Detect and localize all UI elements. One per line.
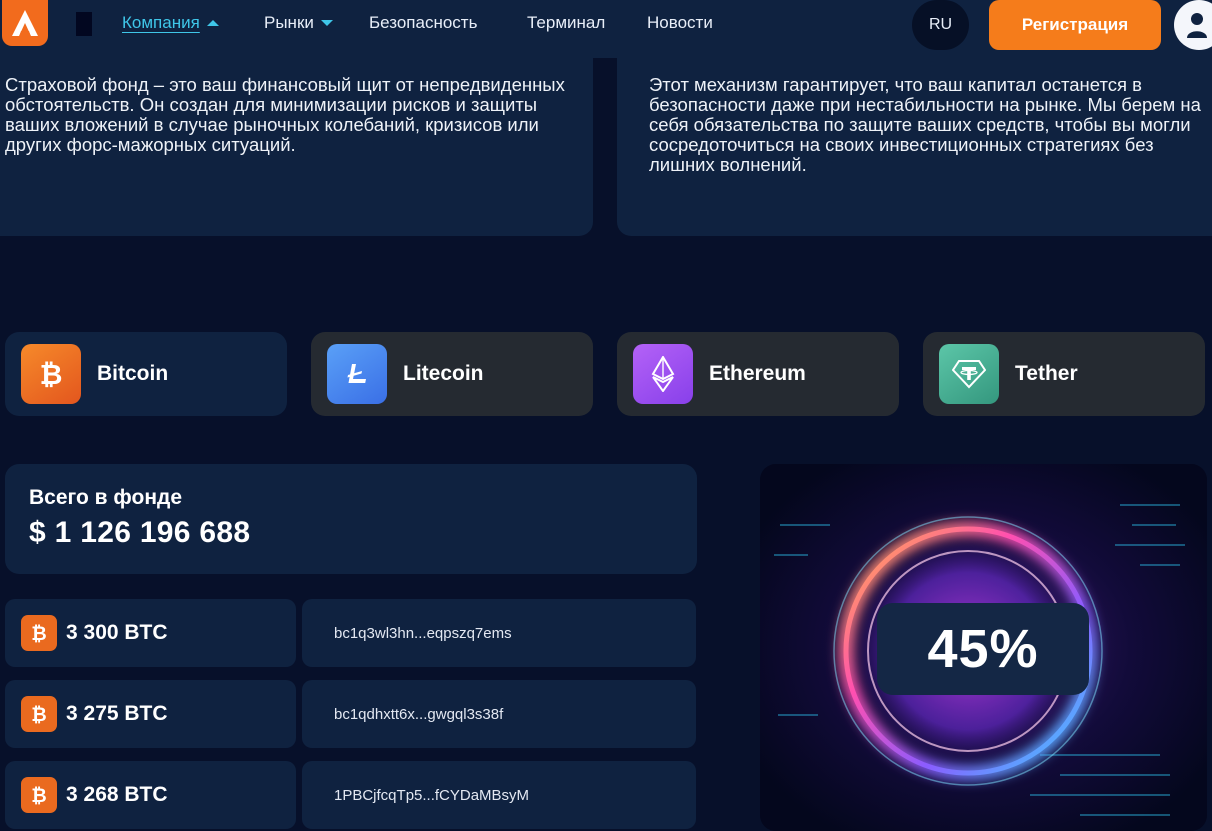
chevron-down-icon <box>320 20 333 26</box>
tether-icon <box>939 344 999 404</box>
coin-card-bitcoin[interactable]: ₿ Bitcoin <box>5 332 287 416</box>
account-button[interactable] <box>1174 0 1212 50</box>
fund-total-title: Всего в фонде <box>29 486 183 509</box>
fund-percent-visual: 45% <box>760 464 1207 831</box>
svg-text:₿: ₿ <box>31 704 46 725</box>
holding-amount: 3 300 BTC <box>66 621 168 644</box>
page: Компания Рынки Безопасность Терминал Нов… <box>0 0 1212 831</box>
bitcoin-icon: ₿ <box>21 777 57 813</box>
fund-percent-value: 45% <box>877 603 1089 695</box>
coin-name: Tether <box>1015 362 1078 385</box>
litecoin-icon <box>327 344 387 404</box>
coin-card-tether[interactable]: Tether <box>923 332 1205 416</box>
holding-address[interactable]: 1PBCjfcqTp5...fCYDaMBsyM <box>302 761 696 829</box>
nav-link-security[interactable]: Безопасность <box>369 13 477 33</box>
language-selector[interactable]: RU <box>912 0 969 50</box>
nav-link-label: Рынки <box>264 13 314 32</box>
holding-amount-row: ₿ 3 275 BTC <box>5 680 296 748</box>
coin-card-litecoin[interactable]: Litecoin <box>311 332 593 416</box>
nav-link-markets[interactable]: Рынки <box>264 13 334 33</box>
top-navbar: Компания Рынки Безопасность Терминал Нов… <box>0 0 1212 58</box>
bitcoin-icon: ₿ <box>21 344 81 404</box>
nav-link-label: Терминал <box>527 13 606 32</box>
holding-amount-row: ₿ 3 268 BTC <box>5 761 296 829</box>
insurance-guarantee-description: Этот механизм гарантирует, что ваш капит… <box>617 58 1212 236</box>
bitcoin-icon: ₿ <box>21 696 57 732</box>
insurance-fund-description: Страховой фонд – это ваш финансовый щит … <box>0 58 593 236</box>
svg-text:₿: ₿ <box>40 358 63 390</box>
holding-amount-row: ₿ 3 300 BTC <box>5 599 296 667</box>
coin-name: Ethereum <box>709 362 806 385</box>
ethereum-icon <box>633 344 693 404</box>
bitcoin-icon: ₿ <box>21 615 57 651</box>
fund-total-card: Всего в фонде $ 1 126 196 688 <box>5 464 697 574</box>
holding-amount: 3 268 BTC <box>66 783 168 806</box>
holding-address[interactable]: bc1q3wl3hn...eqpszq7ems <box>302 599 696 667</box>
nav-link-label: Безопасность <box>369 13 478 32</box>
nav-link-company[interactable]: Компания <box>122 13 220 33</box>
nav-link-terminal[interactable]: Терминал <box>527 13 605 33</box>
holding-address[interactable]: bc1qdhxtt6x...gwgql3s38f <box>302 680 696 748</box>
nav-link-news[interactable]: Новости <box>647 13 713 33</box>
nav-link-label: Новости <box>647 13 713 32</box>
logo[interactable] <box>2 0 48 46</box>
user-icon <box>1187 13 1207 38</box>
coin-name: Bitcoin <box>97 362 169 385</box>
fund-total-value: $ 1 126 196 688 <box>29 516 251 549</box>
nav-divider-mark <box>76 12 92 36</box>
holding-amount: 3 275 BTC <box>66 702 168 725</box>
svg-text:₿: ₿ <box>31 785 46 806</box>
nav-link-label: Компания <box>122 13 200 32</box>
register-button[interactable]: Регистрация <box>989 0 1161 50</box>
coin-card-ethereum[interactable]: Ethereum <box>617 332 899 416</box>
logo-icon <box>12 10 38 36</box>
coin-name: Litecoin <box>403 362 484 385</box>
svg-text:₿: ₿ <box>31 623 46 644</box>
chevron-down-icon <box>206 20 219 26</box>
